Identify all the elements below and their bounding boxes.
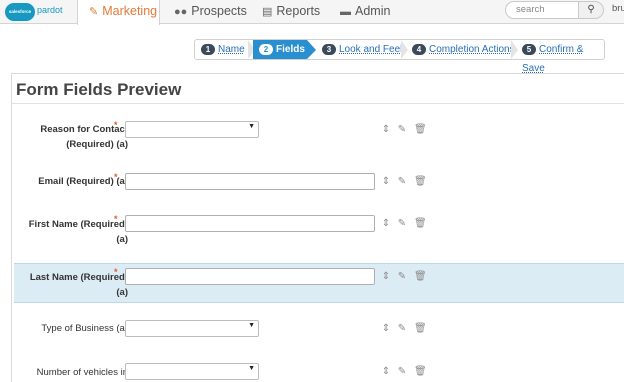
required-marker: * [114,120,118,130]
briefcase-icon: ▬ [340,6,351,18]
form-field-row: Type of Business (a) ▼ ⇕ ✎ 🗑 [14,318,624,344]
edit-icon[interactable]: ✎ [396,217,408,231]
form-field-row: Number of vehicles in ▼ ⇕ ✎ 🗑 [14,361,624,382]
pencil-icon: ✎ [89,6,99,18]
chevron-down-icon: ▼ [248,365,255,372]
page-title: Form Fields Preview [16,80,182,99]
type-of-business-select[interactable]: ▼ [125,320,259,337]
required-marker: * [114,267,118,277]
user-menu[interactable]: bru [612,3,624,14]
chevron-down-icon: ▼ [248,123,255,130]
nav-admin-label: Admin [355,4,391,18]
nav-reports-label: Reports [276,4,321,18]
form-field-row: Reason for Contact (Required) (a) * ▼ ⇕ … [14,116,624,152]
edit-icon[interactable]: ✎ [396,322,408,336]
trash-icon[interactable]: 🗑 [414,365,427,379]
salesforce-cloud-icon: salesforce [5,3,35,21]
sort-icon[interactable]: ⇕ [380,322,392,336]
edit-icon[interactable]: ✎ [396,270,408,284]
wizard-step-confirm-save[interactable]: 5 Confirm & Save [522,40,604,74]
step-number: 5 [522,44,536,55]
step-number: 4 [412,44,426,55]
required-marker: * [114,172,118,182]
users-icon: ●● [174,6,188,18]
last-name-input[interactable] [125,268,375,285]
pardot-logo[interactable]: salesforce pardot [5,2,67,22]
step-number: 2 [259,44,273,55]
trash-icon[interactable]: 🗑 [414,217,427,231]
edit-icon[interactable]: ✎ [396,175,408,189]
form-field-row: Email (Required) (a) * ⇕ ✎ 🗑 [14,168,624,196]
email-input[interactable] [125,173,375,190]
required-marker: * [114,214,118,224]
step-separator [401,40,408,59]
step-label: Look and Feel [339,44,403,55]
sort-icon[interactable]: ⇕ [380,175,392,189]
step-number: 3 [322,44,336,55]
step-number: 1 [201,44,215,55]
first-name-input[interactable] [125,215,375,232]
field-label: Number of vehicles in [36,367,128,378]
search-button[interactable]: ⚲ [578,1,604,19]
step-separator [307,40,316,59]
field-label: Type of Business (a) [41,323,128,334]
sort-icon[interactable]: ⇕ [380,270,392,284]
chevron-down-icon: ▼ [248,322,255,329]
logo-text: pardot [37,5,63,15]
edit-icon[interactable]: ✎ [396,365,408,379]
reason-for-contact-select[interactable]: ▼ [125,121,259,138]
step-label: Fields [276,44,305,55]
step-label: Completion Actions [429,44,515,55]
nav-admin[interactable]: ▬ Admin [340,0,390,24]
trash-icon[interactable]: 🗑 [414,322,427,336]
step-label: Name [218,44,245,55]
search-icon: ⚲ [587,4,595,15]
edit-icon[interactable]: ✎ [396,123,408,137]
sort-icon[interactable]: ⇕ [380,123,392,137]
nav-reports[interactable]: ▤ Reports [262,0,320,24]
bar-chart-icon: ▤ [262,6,273,18]
wizard-step-completion-actions[interactable]: 4 Completion Actions [412,40,515,59]
sort-icon[interactable]: ⇕ [380,365,392,379]
form-wizard-steps: 1 Name 2 Fields 3 Look and Feel 4 Completion… [194,39,605,74]
sort-icon[interactable]: ⇕ [380,217,392,231]
form-field-row: First Name (Required) (a) * ⇕ ✎ 🗑 [14,210,624,246]
trash-icon[interactable]: 🗑 [414,270,427,284]
wizard-step-fields[interactable]: 2 Fields [253,40,307,59]
nav-prospects-label: Prospects [191,4,247,18]
nav-marketing-label: Marketing [102,4,158,18]
trash-icon[interactable]: 🗑 [414,123,427,137]
step-separator [511,40,518,59]
search-input[interactable]: search [505,1,579,19]
top-nav: salesforce pardot ✎ Marketing ●● Prospects… [0,0,624,25]
form-field-row-selected[interactable]: Last Name (Required) (a) * ⇕ ✎ 🗑 [14,263,624,303]
number-of-vehicles-select[interactable]: ▼ [125,363,259,380]
nav-marketing[interactable]: ✎ Marketing [77,0,160,25]
title-divider [11,103,624,104]
nav-prospects[interactable]: ●● Prospects [174,0,247,24]
trash-icon[interactable]: 🗑 [414,175,427,189]
wizard-step-look-and-feel[interactable]: 3 Look and Feel [322,40,402,59]
wizard-step-name[interactable]: 1 Name [201,40,245,59]
